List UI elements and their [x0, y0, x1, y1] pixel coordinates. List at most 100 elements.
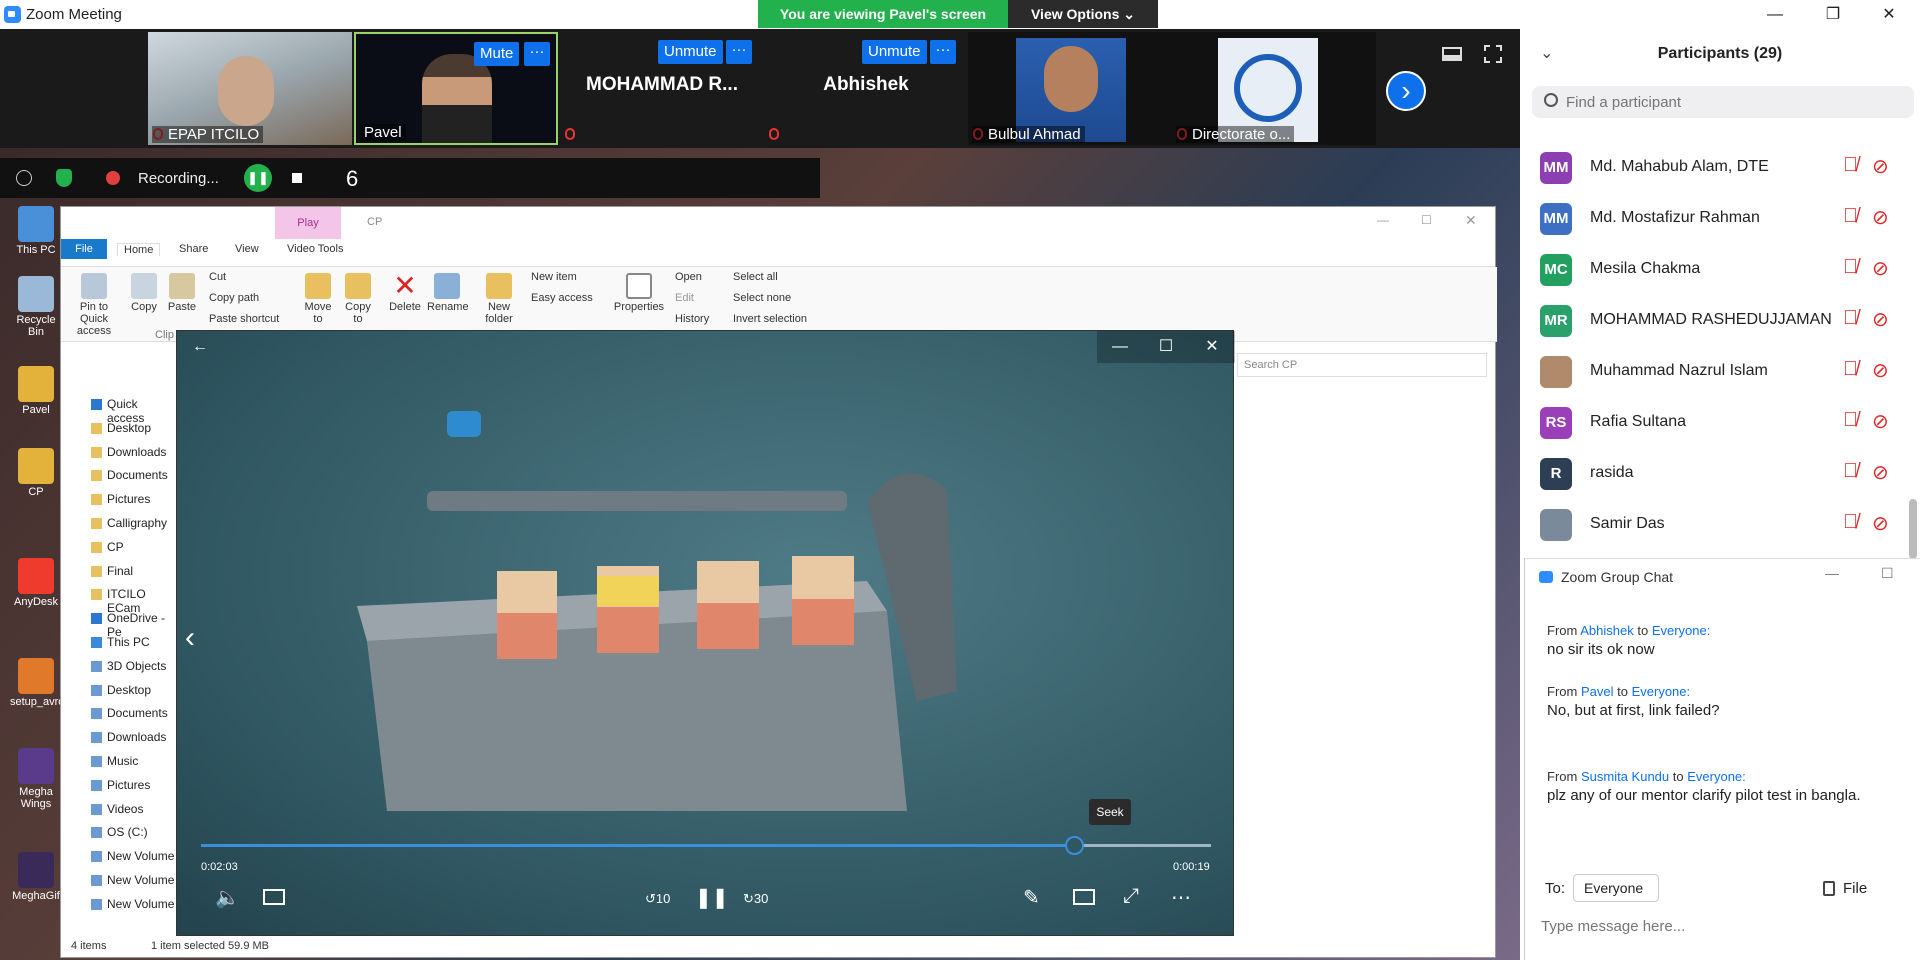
explorer-close[interactable]: ✕: [1465, 212, 1477, 229]
invert-selection-button[interactable]: Invert selection: [733, 313, 807, 325]
tile-more-button[interactable]: ···: [930, 40, 956, 64]
nav-item[interactable]: Pictures: [107, 492, 150, 506]
subtitles-icon[interactable]: [263, 889, 285, 905]
seek-thumb[interactable]: [1064, 836, 1084, 855]
explorer-max[interactable]: ☐: [1421, 213, 1432, 227]
paste-shortcut-button[interactable]: Paste shortcut: [209, 313, 279, 325]
message-recipient[interactable]: Everyone:: [1652, 623, 1711, 638]
message-sender[interactable]: Abhishek: [1580, 623, 1633, 638]
tab-share[interactable]: Share: [179, 243, 208, 255]
message-sender[interactable]: Susmita Kundu: [1581, 769, 1669, 784]
nav-item[interactable]: Documents: [107, 468, 168, 482]
nav-item[interactable]: Desktop: [107, 683, 151, 697]
pause-recording-button[interactable]: ❚❚: [244, 164, 272, 192]
copy-path-button[interactable]: Copy path: [209, 292, 259, 304]
tab-video-tools[interactable]: Video Tools: [287, 243, 343, 255]
muted-mic-icon[interactable]: 🎙̸: [1843, 205, 1858, 228]
message-recipient[interactable]: Everyone:: [1687, 769, 1746, 784]
nav-item[interactable]: Calligraphy: [107, 516, 167, 530]
move-to-button[interactable]: Move to: [301, 273, 335, 325]
copy-to-button[interactable]: Copy to: [341, 273, 375, 325]
more-options-icon[interactable]: ⋯: [1171, 885, 1191, 910]
restore-button[interactable]: ❐: [1810, 0, 1856, 29]
video-off-icon[interactable]: ⊘: [1872, 511, 1889, 536]
nav-item[interactable]: Videos: [107, 802, 143, 816]
video-off-icon[interactable]: ⊘: [1872, 256, 1889, 281]
properties-button[interactable]: Properties: [613, 273, 665, 313]
layout-icon[interactable]: [1442, 47, 1462, 61]
easy-access-button[interactable]: Easy access: [531, 292, 593, 304]
video-tile[interactable]: Bulbul Ahmad: [968, 32, 1172, 145]
nav-item[interactable]: Music: [107, 754, 138, 768]
participant-row[interactable]: MM Md. Mostafizur Rahman 🎙̸ ⊘: [1520, 193, 1920, 244]
video-off-icon[interactable]: ⊘: [1872, 154, 1889, 179]
unmute-button[interactable]: Unmute: [862, 40, 927, 64]
pin-quick-access-button[interactable]: Pin to Quick access: [65, 273, 123, 337]
file-button[interactable]: File: [1843, 880, 1867, 897]
rename-button[interactable]: Rename: [427, 273, 469, 313]
tile-more-button[interactable]: ···: [726, 40, 752, 64]
video-off-icon[interactable]: ⊘: [1872, 460, 1889, 485]
nav-item[interactable]: Documents: [107, 706, 168, 720]
nav-item[interactable]: CP: [107, 540, 124, 554]
muted-mic-icon[interactable]: 🎙̸: [1843, 409, 1858, 432]
muted-mic-icon[interactable]: 🎙̸: [1843, 511, 1858, 534]
cut-button[interactable]: Cut: [209, 271, 226, 283]
nav-item[interactable]: Downloads: [107, 445, 166, 459]
tab-view[interactable]: View: [235, 243, 259, 255]
copy-button[interactable]: Copy: [127, 273, 161, 313]
muted-mic-icon[interactable]: 🎙̸: [1843, 460, 1858, 483]
desktop-icon[interactable]: This PC: [10, 206, 62, 256]
desktop-icon[interactable]: MeghaGif: [10, 852, 62, 902]
message-recipient[interactable]: Everyone:: [1632, 684, 1691, 699]
nav-item[interactable]: OS (C:): [107, 825, 148, 839]
player-maximize[interactable]: ☐: [1143, 331, 1189, 363]
nav-item[interactable]: Pictures: [107, 778, 150, 792]
nav-item[interactable]: 3D Objects: [107, 659, 166, 673]
desktop-icon[interactable]: CP: [10, 448, 62, 498]
mini-view-icon[interactable]: [1073, 889, 1095, 905]
participant-scrollbar[interactable]: [1909, 499, 1917, 559]
close-button[interactable]: ✕: [1866, 0, 1912, 29]
player-minimize[interactable]: —: [1097, 331, 1143, 363]
delete-button[interactable]: ✕ Delete: [387, 272, 423, 314]
chat-popout[interactable]: ☐: [1881, 565, 1894, 582]
video-tile[interactable]: Directorate o...: [1172, 32, 1376, 145]
nav-item[interactable]: Final: [107, 564, 133, 578]
open-button[interactable]: Open: [675, 271, 702, 283]
skip-back-button[interactable]: ↺10: [645, 891, 670, 907]
desktop-icon[interactable]: Recycle Bin: [10, 276, 62, 338]
security-shield-icon[interactable]: [56, 169, 72, 187]
new-folder-button[interactable]: New folder: [479, 273, 519, 325]
participant-search-input[interactable]: [1532, 86, 1914, 118]
player-back-button[interactable]: ←: [177, 331, 223, 363]
muted-mic-icon[interactable]: 🎙̸: [1843, 154, 1858, 177]
desktop-icon[interactable]: Megha Wings: [10, 748, 62, 810]
nav-item[interactable]: New Volume: [107, 873, 174, 887]
video-tile[interactable]: Mute ··· Pavel: [354, 32, 558, 145]
history-button[interactable]: History: [675, 313, 709, 325]
edit-pencil-icon[interactable]: ✎: [1023, 885, 1040, 910]
nav-item[interactable]: New Volume: [107, 849, 174, 863]
muted-mic-icon[interactable]: 🎙̸: [1843, 307, 1858, 330]
participant-row[interactable]: MR MOHAMMAD RASHEDUJJAMAN 🎙̸ ⊘: [1520, 295, 1920, 346]
previous-chevron-icon[interactable]: ‹: [185, 621, 195, 655]
recipient-select[interactable]: Everyone ⌄: [1573, 874, 1659, 922]
tab-home[interactable]: Home: [117, 243, 161, 256]
participant-row[interactable]: MC Mesila Chakma 🎙̸ ⊘: [1520, 244, 1920, 295]
pause-button[interactable]: ❚❚: [695, 885, 729, 910]
muted-mic-icon[interactable]: 🎙̸: [1843, 256, 1858, 279]
volume-icon[interactable]: 🔈: [215, 885, 240, 910]
view-options-button[interactable]: View Options ⌄: [1008, 0, 1158, 28]
video-tile[interactable]: Unmute ··· Abhishek: [764, 32, 968, 145]
select-all-button[interactable]: Select all: [733, 271, 778, 283]
video-off-icon[interactable]: ⊘: [1872, 307, 1889, 332]
muted-mic-icon[interactable]: 🎙̸: [1843, 358, 1858, 381]
message-sender[interactable]: Pavel: [1581, 684, 1614, 699]
edit-button[interactable]: Edit: [675, 292, 694, 304]
fullscreen-icon[interactable]: [1484, 45, 1502, 63]
new-item-button[interactable]: New item: [531, 271, 577, 283]
explorer-min[interactable]: —: [1377, 213, 1389, 227]
participant-row[interactable]: MM Md. Mahabub Alam, DTE 🎙̸ ⊘: [1520, 142, 1920, 193]
nav-item[interactable]: New Volume: [107, 897, 174, 911]
